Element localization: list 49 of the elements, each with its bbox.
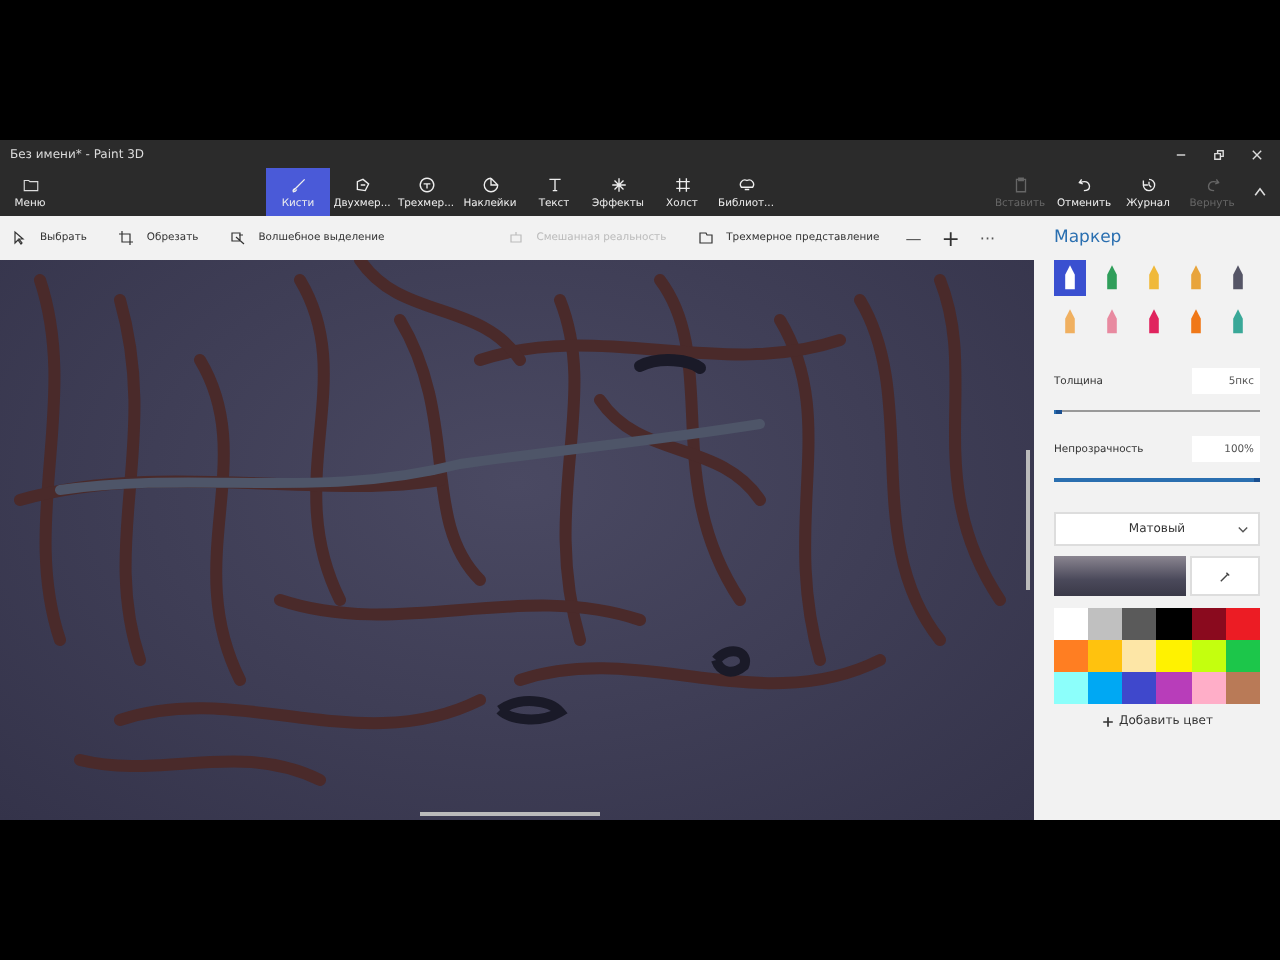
- sparkle-icon: [609, 175, 627, 193]
- color-swatch[interactable]: [1225, 608, 1260, 640]
- grid-icon: [673, 175, 691, 193]
- undo-icon: [1075, 175, 1093, 193]
- cloud-icon: [737, 175, 755, 193]
- text-icon: [545, 175, 563, 193]
- color-swatch[interactable]: [1088, 672, 1123, 704]
- brush-button[interactable]: [1054, 260, 1086, 296]
- chevron-down-icon: [1236, 522, 1250, 536]
- vertical-scrollbar[interactable]: [1026, 450, 1030, 590]
- color-swatch[interactable]: [1156, 608, 1192, 640]
- close-icon[interactable]: [1250, 147, 1264, 161]
- color-swatch[interactable]: [1122, 640, 1157, 672]
- color-swatch[interactable]: [1122, 608, 1157, 640]
- collapse-icon[interactable]: [1252, 184, 1268, 200]
- magic-select-icon: [230, 230, 247, 246]
- color-swatch[interactable]: [1054, 672, 1089, 704]
- current-color-swatch: [1054, 556, 1186, 596]
- color-swatch[interactable]: [1088, 608, 1123, 640]
- cursor-icon: [12, 230, 28, 246]
- zoom-in-button[interactable]: +: [935, 225, 966, 251]
- color-swatch[interactable]: [1054, 608, 1089, 640]
- color-swatch[interactable]: [1191, 672, 1226, 704]
- eyedropper-icon: [1218, 569, 1232, 583]
- pentagon-icon: [353, 175, 371, 193]
- clipboard-icon: [1011, 175, 1029, 193]
- brush-icon: [289, 175, 307, 193]
- panel-title: Маркер: [1054, 228, 1124, 248]
- plus-icon: [1101, 715, 1114, 727]
- color-swatch[interactable]: [1088, 640, 1123, 672]
- history-icon: [1139, 175, 1157, 193]
- color-swatch[interactable]: [1225, 640, 1260, 672]
- folder-icon: [21, 175, 39, 193]
- color-swatch[interactable]: [1156, 672, 1192, 704]
- crop-icon: [118, 230, 135, 246]
- eyedropper-button[interactable]: [1190, 556, 1260, 596]
- zoom-out-button[interactable]: —: [899, 229, 928, 247]
- redo-icon: [1203, 175, 1221, 193]
- folder-icon: [698, 230, 715, 246]
- color-swatch[interactable]: [1122, 672, 1157, 704]
- sticker-icon: [481, 175, 499, 193]
- color-swatch[interactable]: [1191, 608, 1226, 640]
- color-swatch[interactable]: [1156, 640, 1192, 672]
- color-swatch[interactable]: [1225, 672, 1260, 704]
- color-swatch[interactable]: [1054, 640, 1089, 672]
- more-button[interactable]: ···: [973, 229, 1002, 247]
- restore-icon[interactable]: [1212, 147, 1226, 161]
- color-swatch[interactable]: [1191, 640, 1226, 672]
- horizontal-scrollbar[interactable]: [420, 812, 600, 816]
